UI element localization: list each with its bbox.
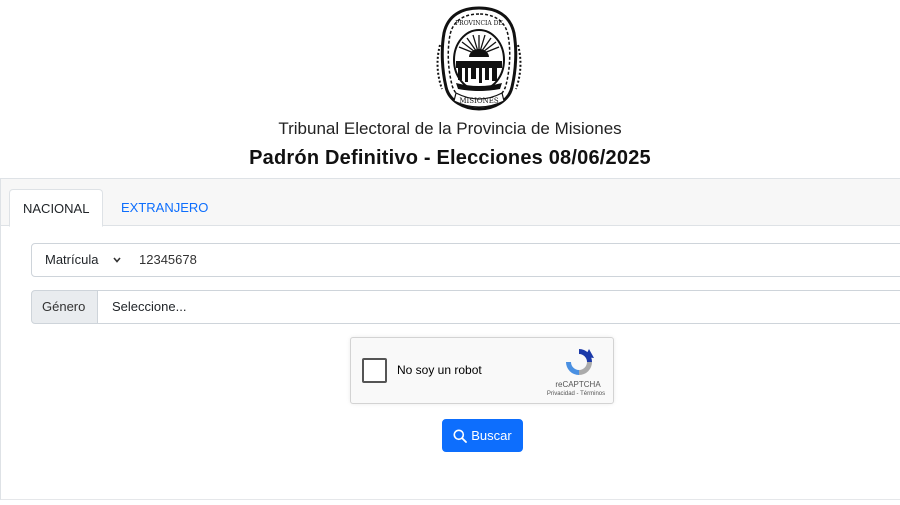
recaptcha-brand: reCAPTCHA [555, 380, 601, 389]
tab-bar: NACIONAL EXTRANJERO [1, 179, 900, 227]
search-icon [453, 429, 468, 443]
tab-nacional[interactable]: NACIONAL [9, 189, 104, 227]
organization-title: Tribunal Electoral de la Provincia de Mi… [278, 119, 622, 138]
search-button[interactable]: Buscar [442, 419, 523, 452]
page: MISIONES PROVINCIA DE Tribunal Electoral… [0, 0, 900, 505]
seal-text-top: PROVINCIA DE [455, 20, 503, 27]
gender-row: Género Seleccione... [31, 290, 900, 324]
seal-text-bottom: MISIONES [459, 97, 498, 105]
document-number-input[interactable]: 12345678 [127, 243, 900, 277]
tab-extranjero[interactable]: EXTRANJERO [108, 189, 221, 226]
search-button-label: Buscar [471, 428, 512, 443]
recaptcha-terms-link[interactable]: Privacidad - Términos [531, 391, 621, 397]
gender-label: Género [31, 290, 98, 324]
chevron-down-icon [112, 244, 122, 289]
recaptcha-logo-icon [566, 349, 594, 375]
gender-select[interactable]: Seleccione... [97, 290, 900, 324]
page-title: Padrón Definitivo - Elecciones 08/06/202… [249, 147, 651, 169]
document-row: Matrícula 12345678 [31, 243, 900, 277]
document-type-select[interactable]: Matrícula [31, 243, 128, 277]
province-seal-logo: MISIONES PROVINCIA DE [436, 6, 522, 111]
recaptcha-label: No soy un robot [397, 363, 482, 377]
search-card: NACIONAL EXTRANJERO Matrícula 12345678 G… [0, 178, 900, 500]
recaptcha-checkbox[interactable] [362, 358, 387, 383]
recaptcha-widget: No soy un robot reCAPTCHA Privacidad - T… [350, 337, 614, 404]
document-type-value: Matrícula [45, 252, 99, 267]
